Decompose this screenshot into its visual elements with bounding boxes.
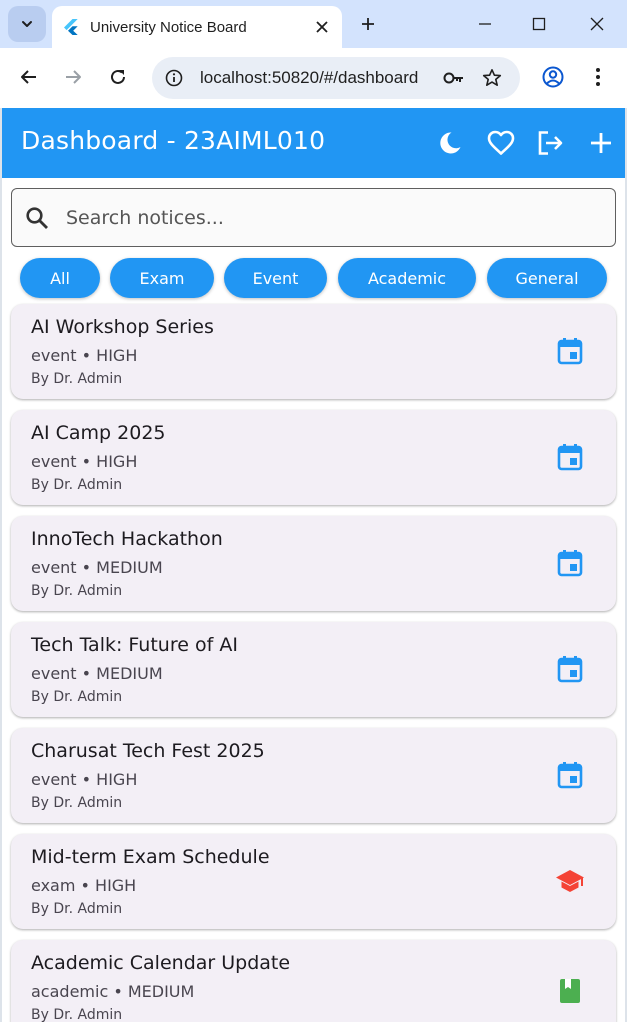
chevron-down-icon	[22, 21, 32, 27]
tab-title: University Notice Board	[90, 18, 247, 36]
close-window-button[interactable]	[574, 8, 620, 40]
notice-title: InnoTech Hackathon	[31, 528, 223, 550]
event-icon	[555, 442, 585, 472]
notice-card[interactable]: InnoTech Hackathon event • MEDIUM By Dr.…	[11, 516, 616, 611]
notice-category-priority: exam • HIGH	[31, 876, 137, 895]
filter-chip-exam[interactable]: Exam	[110, 258, 214, 298]
dark-mode-icon	[440, 132, 461, 154]
notice-card[interactable]: Academic Calendar Update academic • MEDI…	[11, 940, 616, 1022]
notice-author: By Dr. Admin	[31, 901, 123, 917]
logout-icon	[538, 131, 563, 155]
back-button[interactable]	[12, 60, 46, 94]
notice-title: AI Workshop Series	[31, 316, 214, 338]
notice-author: By Dr. Admin	[31, 477, 123, 493]
add-notice-button[interactable]	[583, 125, 619, 161]
flutter-icon	[64, 19, 78, 35]
notice-category-priority: event • HIGH	[31, 346, 138, 365]
page-title: Dashboard - 23AIML010	[21, 126, 326, 155]
site-info-icon[interactable]	[158, 62, 190, 94]
bookmark-star-icon[interactable]	[476, 62, 508, 94]
notice-card[interactable]: Charusat Tech Fest 2025 event • HIGH By …	[11, 728, 616, 823]
profile-icon	[542, 66, 564, 88]
maximize-icon	[532, 17, 546, 31]
event-icon	[555, 548, 585, 578]
browser-toolbar: localhost:50820/#/dashboard	[0, 48, 627, 108]
notice-card[interactable]: Tech Talk: Future of AI event • MEDIUM B…	[11, 622, 616, 717]
close-icon	[590, 17, 604, 31]
more-vert-icon	[596, 68, 600, 86]
reload-button[interactable]	[101, 60, 135, 94]
notice-author: By Dr. Admin	[31, 1007, 123, 1022]
tab-search-button[interactable]	[8, 6, 46, 42]
favorite-icon	[487, 130, 515, 155]
address-bar[interactable]: localhost:50820/#/dashboard	[152, 57, 520, 99]
tab-close-button[interactable]	[306, 11, 338, 43]
notice-category-priority: event • MEDIUM	[31, 558, 163, 577]
url-text[interactable]: localhost:50820/#/dashboard	[200, 68, 438, 88]
notice-author: By Dr. Admin	[31, 795, 123, 811]
back-arrow-icon	[21, 70, 36, 84]
plus-icon	[362, 18, 374, 30]
browser-tabstrip: University Notice Board	[0, 0, 627, 48]
logout-button[interactable]	[533, 125, 569, 161]
notice-author: By Dr. Admin	[31, 689, 123, 705]
search-icon	[24, 205, 50, 231]
event-icon	[555, 336, 585, 366]
notice-title: Mid-term Exam Schedule	[31, 846, 270, 868]
notice-title: Charusat Tech Fest 2025	[31, 740, 265, 762]
app-bar: Dashboard - 23AIML010	[2, 108, 625, 178]
notice-title: Academic Calendar Update	[31, 952, 291, 974]
profile-button[interactable]	[536, 60, 570, 94]
theme-toggle-button[interactable]	[432, 125, 468, 161]
minimize-button[interactable]	[462, 8, 508, 40]
notice-card[interactable]: Mid-term Exam Schedule exam • HIGH By Dr…	[11, 834, 616, 929]
browser-menu-button[interactable]	[581, 60, 615, 94]
notice-author: By Dr. Admin	[31, 371, 123, 387]
maximize-button[interactable]	[516, 8, 562, 40]
filter-chip-general[interactable]: General	[487, 258, 607, 298]
filter-chip-all[interactable]: All	[20, 258, 100, 298]
notice-category-priority: event • HIGH	[31, 770, 138, 789]
notice-author: By Dr. Admin	[31, 583, 123, 599]
forward-arrow-icon	[66, 70, 81, 84]
favorites-button[interactable]	[483, 125, 519, 161]
notice-title: Tech Talk: Future of AI	[31, 634, 238, 656]
notice-category-priority: event • HIGH	[31, 452, 138, 471]
forward-button[interactable]	[56, 60, 90, 94]
category-filter-bar: All Exam Event Academic General	[2, 258, 625, 298]
notice-card[interactable]: AI Camp 2025 event • HIGH By Dr. Admin	[11, 410, 616, 505]
filter-chip-event[interactable]: Event	[224, 258, 327, 298]
password-key-icon[interactable]	[438, 62, 470, 94]
new-tab-button[interactable]	[352, 8, 384, 40]
event-icon	[555, 760, 585, 790]
search-input[interactable]	[66, 206, 615, 229]
notice-card[interactable]: AI Workshop Series event • HIGH By Dr. A…	[11, 304, 616, 399]
close-icon	[316, 21, 328, 33]
app-root: Dashboard - 23AIML010 Search notices... …	[2, 108, 625, 1022]
school-icon	[555, 866, 585, 896]
notice-category-priority: academic • MEDIUM	[31, 982, 195, 1001]
notice-title: AI Camp 2025	[31, 422, 166, 444]
book-icon	[555, 976, 585, 1006]
browser-tab[interactable]: University Notice Board	[52, 6, 342, 48]
filter-chip-academic[interactable]: Academic	[338, 258, 476, 298]
add-icon	[591, 133, 611, 153]
notice-category-priority: event • MEDIUM	[31, 664, 163, 683]
reload-icon	[111, 69, 125, 84]
minimize-icon	[479, 23, 491, 25]
event-icon	[555, 654, 585, 684]
search-bar	[11, 188, 616, 247]
